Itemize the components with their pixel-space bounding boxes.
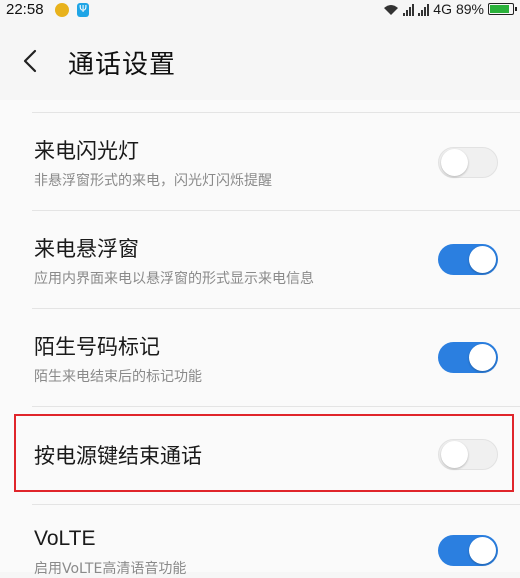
setting-title: 来电闪光灯 [34,139,139,163]
status-time: 22:58 [6,1,44,18]
status-indicators: 4G 89% [383,1,517,17]
call-floating-window-toggle[interactable] [438,244,498,275]
signal-icon [418,3,430,16]
page-title: 通话设置 [68,50,177,80]
battery-percent: 89% [455,1,484,17]
usb-icon: Ψ [77,3,89,17]
stranger-number-mark-toggle[interactable] [438,342,498,373]
volte-toggle[interactable] [438,535,498,566]
setting-description: 陌生来电结束后的标记功能 [34,369,202,385]
setting-row-call-floating-window[interactable]: 来电悬浮窗 应用内界面来电以悬浮窗的形式显示来电信息 [0,211,520,308]
battery-icon [488,3,517,15]
setting-title: 陌生号码标记 [34,335,160,359]
setting-description: 启用VoLTE高清语音功能 [34,561,187,577]
coin-icon [55,3,69,17]
setting-description: 应用内界面来电以悬浮窗的形式显示来电信息 [34,271,314,287]
setting-row-call-flashlight[interactable]: 来电闪光灯 非悬浮窗形式的来电，闪光灯闪烁提醒 [0,113,520,210]
chevron-left-icon[interactable] [18,48,44,74]
setting-row-volte[interactable]: VoLTE 启用VoLTE高清语音功能 [0,505,520,577]
divider [32,406,520,407]
battery-fill [490,5,509,13]
status-bar: 22:58 Ψ 4G 89% [0,0,520,22]
setting-title: VoLTE [34,527,96,550]
signal-icon [403,3,415,16]
highlight-box [14,414,514,492]
setting-row-stranger-number-mark[interactable]: 陌生号码标记 陌生来电结束后的标记功能 [0,309,520,406]
settings-list: 来电闪光灯 非悬浮窗形式的来电，闪光灯闪烁提醒 来电悬浮窗 应用内界面来电以悬浮… [0,100,520,577]
setting-description: 非悬浮窗形式的来电，闪光灯闪烁提醒 [34,173,272,189]
network-type: 4G [433,1,452,17]
wifi-icon [384,4,399,15]
setting-title: 来电悬浮窗 [34,237,139,261]
call-flashlight-toggle[interactable] [438,147,498,178]
app-header: 通话设置 [0,22,520,100]
